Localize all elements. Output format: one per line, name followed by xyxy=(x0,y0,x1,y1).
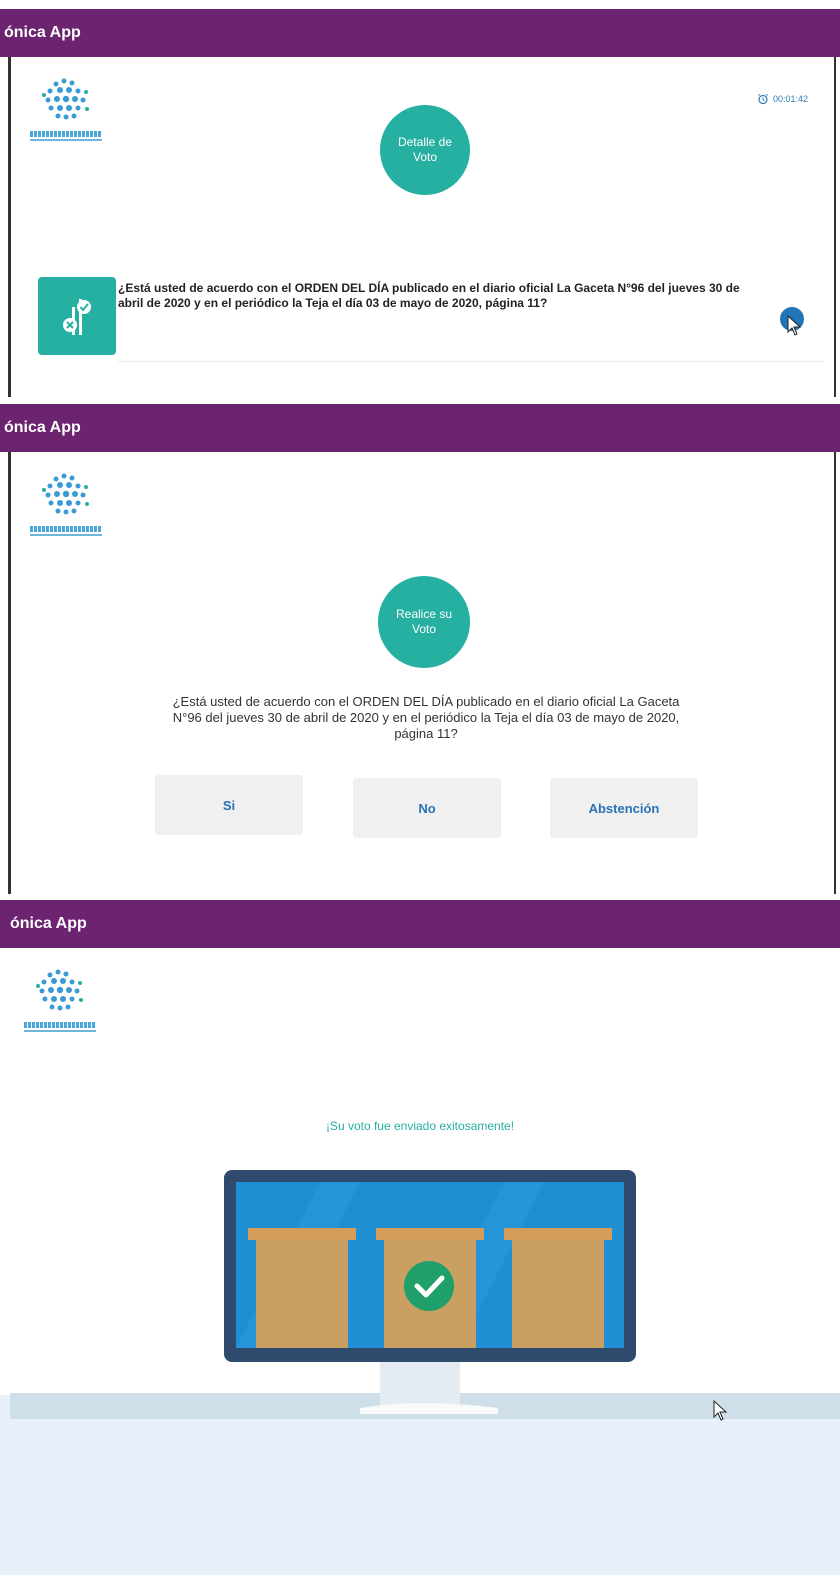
success-message: ¡Su voto fue enviado exitosamente! xyxy=(325,1119,515,1133)
window-edge-left xyxy=(8,452,11,894)
app-header: ónica App xyxy=(0,404,840,452)
vote-no-label: No xyxy=(418,800,436,816)
window-edge-right xyxy=(834,452,836,894)
ballot-box-left xyxy=(248,1228,356,1348)
window-edge-right xyxy=(834,57,836,397)
vote-abstain-label: Abstención xyxy=(588,800,660,816)
cast-vote-badge: Realice su Voto xyxy=(378,576,470,668)
window-edge-left xyxy=(8,57,11,397)
ballot-monitor-illustration xyxy=(0,1170,840,1575)
vote-abstain-button[interactable]: Abstención xyxy=(550,778,698,838)
mouse-cursor-icon xyxy=(713,1400,728,1421)
app-title: ónica App xyxy=(4,419,81,436)
question-text: ¿Está usted de acuerdo con el ORDEN DEL … xyxy=(118,281,740,310)
app-title: ónica App xyxy=(10,915,87,932)
detail-badge: Detalle de Voto xyxy=(380,105,470,195)
vote-yes-label: Si xyxy=(222,797,236,813)
vote-ballot-icon[interactable] xyxy=(38,277,116,355)
app-title: ónica App xyxy=(4,24,81,41)
timer-value: 00:01:42 xyxy=(773,94,809,104)
app-header: ónica App xyxy=(0,900,840,948)
ballot-box-right xyxy=(504,1228,612,1348)
screen-vote-detail: ónica App Detalle de Voto 00:01:42 ¿Está… xyxy=(0,9,840,397)
app-header: ónica App xyxy=(0,9,840,57)
question-text: ¿Está usted de acuerdo con el ORDEN DEL … xyxy=(172,694,680,741)
vote-yes-button[interactable]: Si xyxy=(155,775,303,835)
mouse-cursor-icon xyxy=(787,315,802,336)
ballot-box-center xyxy=(376,1228,484,1348)
detail-badge-label: Detalle de Voto xyxy=(397,135,453,164)
list-divider xyxy=(118,361,824,362)
session-timer: 00:01:42 xyxy=(757,93,808,105)
screen-vote-success: ónica App ¡Su voto fue enviado exitosame… xyxy=(0,900,840,1575)
alarm-clock-icon xyxy=(758,93,768,105)
screen-cast-vote: ónica App Realice su Voto ¿Está usted de… xyxy=(0,404,840,894)
institution-logo xyxy=(24,966,96,1036)
vote-no-button[interactable]: No xyxy=(353,778,501,838)
cast-vote-badge-label: Realice su Voto xyxy=(395,607,453,636)
institution-logo xyxy=(30,470,102,540)
institution-logo xyxy=(30,75,102,145)
